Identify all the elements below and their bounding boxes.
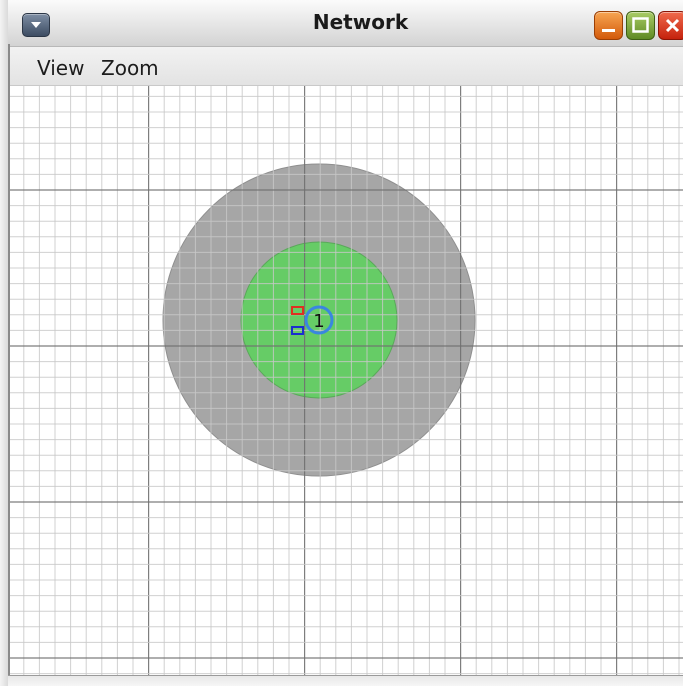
window-bottom-border	[8, 675, 683, 686]
title-bar[interactable]: Network	[8, 0, 683, 47]
close-icon	[665, 18, 680, 33]
maximize-button[interactable]	[626, 11, 655, 40]
window-left-border	[0, 0, 8, 686]
window-title: Network	[312, 10, 409, 34]
menu-zoom[interactable]: Zoom	[101, 56, 159, 80]
chevron-down-icon	[31, 22, 41, 28]
close-button[interactable]	[658, 11, 683, 40]
node-label: 1	[313, 311, 324, 332]
network-view[interactable]: 1	[10, 86, 683, 686]
network-window: Network View Zoom 1	[0, 0, 683, 686]
window-menu-button[interactable]	[22, 13, 50, 37]
network-canvas[interactable]: 1	[10, 86, 683, 686]
menu-view[interactable]: View	[37, 56, 84, 80]
minimize-button[interactable]	[594, 11, 623, 40]
maximize-icon	[632, 17, 649, 33]
minimize-icon	[602, 29, 615, 32]
menu-bar: View Zoom	[10, 47, 683, 86]
